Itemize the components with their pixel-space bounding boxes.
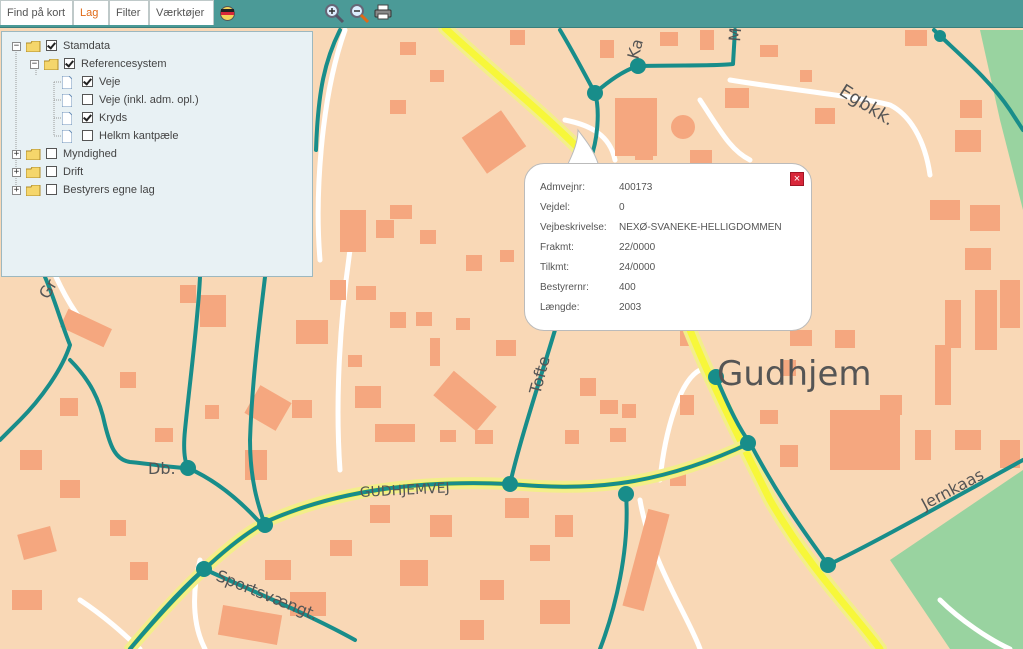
popup-value: 24/0000 [619,262,656,273]
layer-node-drift[interactable]: + Drift [11,164,161,180]
popup-value: 0 [619,202,625,213]
layer-label: Veje (inkl. adm. opl.) [99,94,199,106]
document-icon [62,130,72,143]
layer-label: Kryds [99,112,128,124]
close-icon[interactable]: × [790,172,804,186]
layer-label: Myndighed [63,148,117,160]
layer-checkbox[interactable] [46,40,57,51]
popup-value: NEXØ-SVANEKE-HELLIGDOMMEN [619,222,782,233]
layer-label: Referencesystem [81,58,167,70]
print-icon[interactable] [374,3,394,23]
folder-open-icon [44,59,59,70]
layer-checkbox[interactable] [82,112,93,123]
folder-open-icon [26,41,41,52]
layer-node-stamdata[interactable]: − Stamdata [11,38,131,54]
popup-key: Frakmt: [540,242,574,253]
expand-icon[interactable]: + [12,168,21,177]
layer-checkbox[interactable] [46,184,57,195]
toolbar: Find på kort Lag Filter Værktøjer [0,0,1023,28]
map-label-db: Db. [148,459,176,478]
document-icon [62,94,72,107]
expand-icon[interactable]: + [12,150,21,159]
layer-node-kryds[interactable]: Kryds [62,110,212,126]
layer-checkbox[interactable] [82,130,93,141]
layer-node-helkm-kantpaele[interactable]: Helkm kantpæle [62,128,212,144]
feature-info-popup: × Admvejnr: 400173 Vejdel: 0 Vejbeskrivels… [524,163,812,331]
layer-node-referencesystem[interactable]: − Referencesystem [29,56,179,72]
map-label-town: Gudhjem [717,354,872,394]
layer-checkbox[interactable] [46,148,57,159]
tab-find-paa-kort[interactable]: Find på kort [0,0,73,25]
layer-label: Drift [63,166,84,178]
zoom-in-icon[interactable] [324,3,345,24]
document-icon [62,76,72,89]
collapse-icon[interactable]: − [12,42,21,51]
popup-value: 400173 [619,182,653,193]
document-icon [62,112,72,125]
folder-icon [26,185,41,196]
popup-key: Tilkmt: [540,262,570,273]
folder-icon [26,149,41,160]
layer-node-myndighed[interactable]: + Myndighed [11,146,161,162]
popup-key: Vejdel: [540,202,571,213]
layer-node-bestyrers-egne-lag[interactable]: + Bestyrers egne lag [11,182,181,198]
popup-key: Admvejnr: [540,182,586,193]
expand-icon[interactable]: + [12,186,21,195]
popup-key: Bestyrernr: [540,282,589,293]
layer-checkbox[interactable] [46,166,57,177]
layer-label: Helkm kantpæle [99,130,179,142]
tab-vaerktoejer[interactable]: Værktøjer [149,0,214,25]
folder-icon [26,167,41,178]
popup-key: Længde: [540,302,580,313]
layer-node-veje[interactable]: Veje [62,74,212,90]
layer-checkbox[interactable] [82,94,93,105]
layer-node-veje-inkl[interactable]: Veje (inkl. adm. opl.) [62,92,242,108]
popup-value: 400 [619,282,636,293]
layer-label: Veje [99,76,121,88]
layer-checkbox[interactable] [82,76,93,87]
popup-key: Vejbeskrivelse: [540,222,607,233]
popup-value: 2003 [619,302,642,313]
tab-filter[interactable]: Filter [109,0,149,25]
collapse-icon[interactable]: − [30,60,39,69]
language-flag-icon[interactable] [219,5,236,22]
layer-checkbox[interactable] [64,58,75,69]
zoom-out-icon[interactable] [349,3,370,24]
layer-label: Bestyrers egne lag [63,184,155,196]
layer-label: Stamdata [63,40,111,52]
layer-panel: − Stamdata − Referencesystem Veje Veje (… [1,31,313,277]
tab-lag[interactable]: Lag [73,0,109,25]
popup-value: 22/0000 [619,242,656,253]
